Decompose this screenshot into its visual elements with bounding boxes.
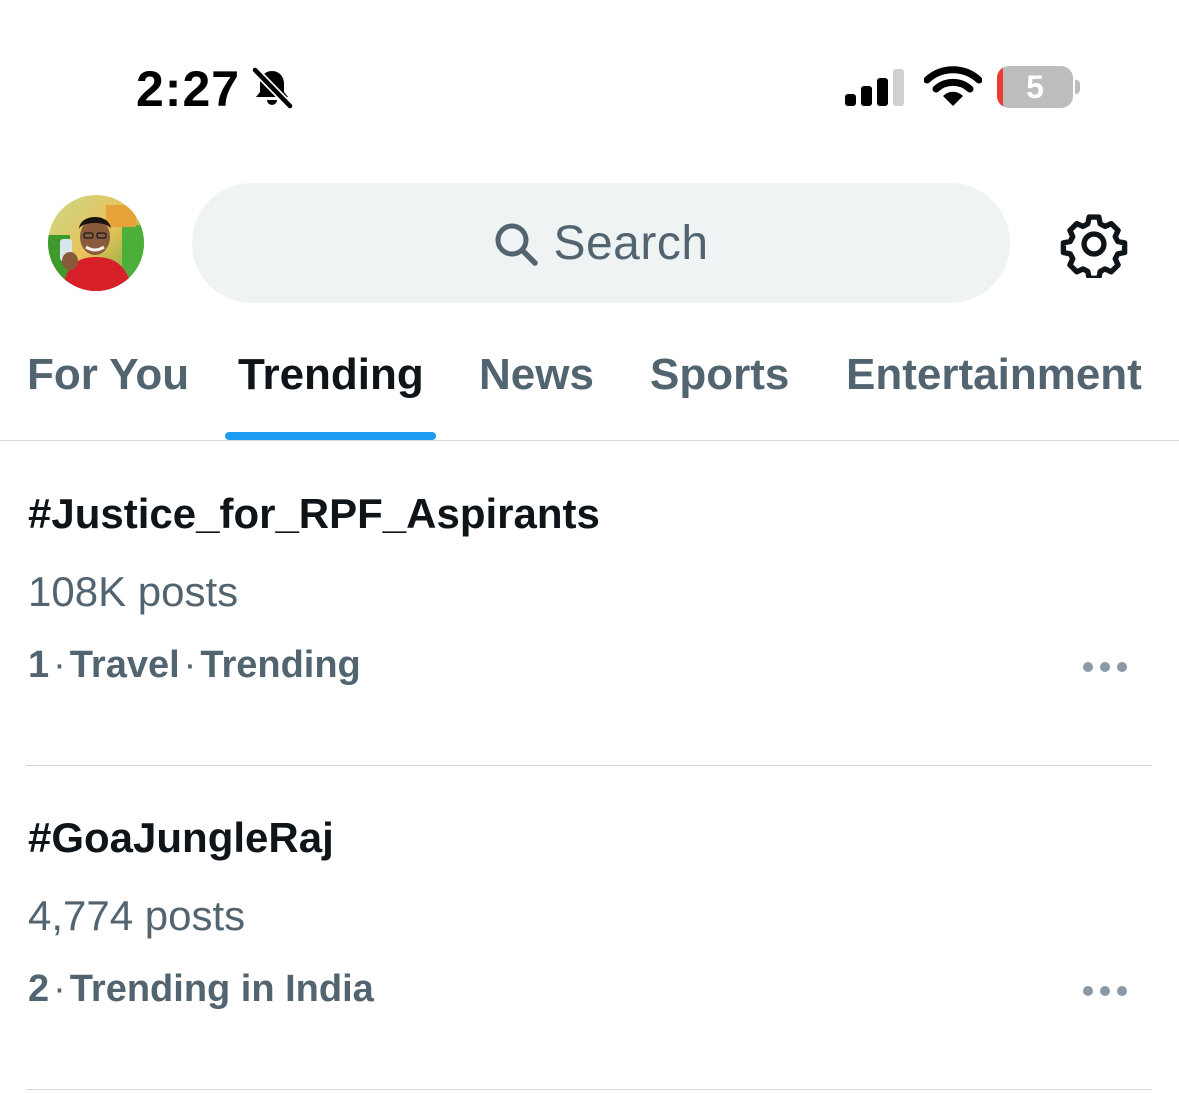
explore-tabs: For You Trending News Sports Entertainme…: [0, 330, 1179, 441]
trend-meta: 2 · Trending in India: [28, 968, 374, 1011]
trend-rank: 2: [28, 968, 50, 1010]
wifi-icon: [924, 66, 982, 106]
battery-tip: [1075, 80, 1080, 94]
status-time: 2:27: [136, 61, 241, 117]
tab-entertainment[interactable]: Entertainment: [846, 350, 1142, 400]
tab-news[interactable]: News: [479, 350, 594, 400]
separator-dot: ·: [53, 968, 66, 1010]
avatar-image: [48, 195, 144, 291]
trend-meta: 1 · Travel · Trending: [28, 644, 361, 687]
gear-icon[interactable]: [1060, 210, 1128, 278]
trend-category: Travel: [69, 644, 180, 686]
tab-trending[interactable]: Trending: [238, 350, 424, 400]
search-placeholder: Search: [553, 216, 709, 270]
tab-sports[interactable]: Sports: [650, 350, 789, 400]
more-options-icon[interactable]: [1082, 984, 1128, 998]
battery-percentage: 5: [1026, 69, 1044, 105]
divider: [26, 1089, 1152, 1090]
trend-post-count: 108K posts: [28, 568, 239, 615]
trend-item[interactable]: #Justice_for_RPF_Aspirants 108K posts 1 ·…: [0, 442, 1179, 766]
trend-context: Trending: [200, 644, 361, 686]
more-options-icon[interactable]: [1082, 660, 1128, 674]
trend-title: #GoaJungleRaj: [28, 814, 334, 861]
bell-slash-icon: [251, 66, 294, 110]
cellular-signal-icon: [845, 69, 904, 106]
trend-rank: 1: [28, 644, 50, 686]
trend-post-count: 4,774 posts: [28, 892, 246, 939]
tab-for-you[interactable]: For You: [27, 350, 189, 400]
battery-body: 5: [997, 66, 1073, 108]
trend-item[interactable]: #GoaJungleRaj 4,774 posts 2 · Trending in …: [0, 766, 1179, 1090]
profile-avatar[interactable]: [48, 195, 144, 291]
active-tab-indicator: [225, 432, 436, 440]
search-input[interactable]: Search: [192, 183, 1010, 303]
separator-dot: ·: [183, 644, 197, 686]
trend-context: Trending in India: [69, 968, 374, 1010]
status-bar: 2:27 5: [0, 0, 1179, 150]
battery-icon: 5: [997, 66, 1083, 110]
trend-title: #Justice_for_RPF_Aspirants: [28, 490, 600, 537]
search-icon: [495, 223, 539, 266]
separator-dot: ·: [53, 644, 66, 686]
